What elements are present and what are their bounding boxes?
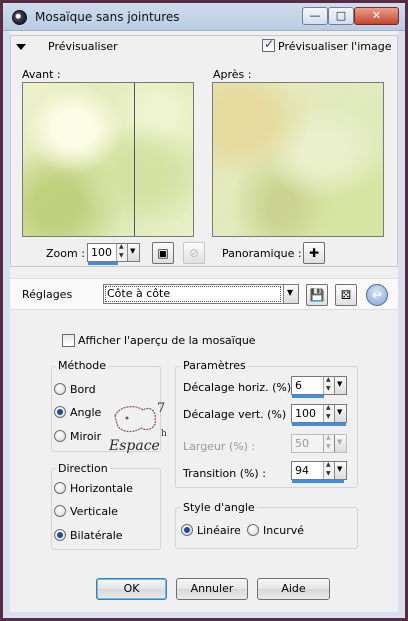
title-bar[interactable]: Mosaïque sans jointures — □ ✕ [3,3,405,31]
watermark-seven: 7 [157,401,165,416]
direction-radio-verticale[interactable] [54,505,66,517]
zoom-spinner[interactable]: 100 [87,243,140,265]
v-offset-stepper[interactable] [323,404,334,422]
corner-label-incurve[interactable]: Incurvé [263,524,304,537]
no-zoom-button[interactable]: ⊘ [183,242,205,264]
before-label: Avant : [22,68,61,81]
fit-window-icon: ▣ [157,246,169,260]
method-label-bord[interactable]: Bord [70,383,96,396]
direction-label-verticale[interactable]: Verticale [70,505,118,518]
zoom-indicator-bar [88,262,118,265]
v-offset-label: Décalage vert. (%) : [183,408,294,421]
watermark-h: h [161,429,167,439]
corner-radio-lineaire[interactable] [181,524,193,536]
window-title: Mosaïque sans jointures [35,10,180,24]
collapse-triangle-icon[interactable] [16,44,26,50]
zoom-stepper[interactable] [116,243,127,261]
preset-dropdown-button[interactable] [283,285,298,303]
width-stepper[interactable] [323,434,334,452]
direction-radio-bilaterale[interactable] [54,529,66,541]
width-value[interactable]: 50 [295,437,309,450]
h-offset-stepper[interactable] [323,376,334,394]
zoom-dropdown-button[interactable] [127,244,139,261]
maximize-icon: □ [335,9,347,22]
maximize-button[interactable]: □ [328,7,354,25]
after-label: Après : [213,68,252,81]
minimize-button[interactable]: — [302,7,328,25]
zoom-label: Zoom : [46,247,85,260]
width-label: Largeur (%) : [183,440,256,453]
method-radio-bord[interactable] [54,383,66,395]
corner-radio-incurve[interactable] [247,524,259,536]
direction-label-horizontale[interactable]: Horizontale [70,482,133,495]
width-spinner[interactable]: 50 [291,434,347,453]
preset-select[interactable]: Côte à côte [103,284,299,304]
transition-dropdown[interactable] [334,462,346,479]
corner-label-lineaire[interactable]: Linéaire [197,524,241,537]
dice-icon: ⚄ [340,288,352,302]
after-preview[interactable] [212,82,384,237]
direction-radio-horizontale[interactable] [54,482,66,494]
v-offset-spinner[interactable]: 100 [291,404,347,426]
method-label-miroir[interactable]: Miroir [70,430,101,443]
preview-image-checkbox[interactable] [262,37,275,52]
method-radio-angle[interactable] [54,406,66,418]
no-zoom-icon: ⊘ [188,246,200,260]
transition-label: Transition (%) : [183,467,266,480]
before-preview[interactable] [22,82,194,237]
direction-title: Direction [56,462,110,475]
split-line [134,83,135,236]
method-radio-miroir[interactable] [54,430,66,442]
mosaic-preview-label[interactable]: Afficher l'aperçu de la mosaïque [78,334,256,347]
help-button[interactable]: Aide [257,578,330,600]
save-preset-button[interactable]: 💾 [306,284,328,306]
preview-toggle-label[interactable]: Prévisualiser [48,40,118,53]
ok-button[interactable]: OK [96,578,167,600]
fit-window-button[interactable]: ▣ [152,242,174,264]
settings-label: Réglages [22,288,73,301]
method-label-angle[interactable]: Angle [70,406,101,419]
pan-label: Panoramique : [222,247,302,260]
h-offset-spinner[interactable]: 6 [291,376,347,398]
direction-label-bilaterale[interactable]: Bilatérale [70,529,123,542]
pan-button[interactable]: ✚ [303,242,325,264]
mosaic-preview-checkbox[interactable] [62,334,75,347]
h-offset-bar [292,395,324,398]
transition-stepper[interactable] [323,461,334,479]
preview-image-label[interactable]: Prévisualiser l'image [278,40,391,53]
save-icon: 💾 [309,288,325,302]
h-offset-value[interactable]: 6 [295,379,302,392]
espace-watermark-logo: 7 h Espace [108,401,167,454]
random-button[interactable]: ⚄ [335,284,357,306]
width-dropdown[interactable] [334,435,346,452]
close-icon: ✕ [371,9,382,22]
params-title: Paramètres [181,359,248,372]
h-offset-dropdown[interactable] [334,377,346,394]
v-offset-dropdown[interactable] [334,405,346,422]
cancel-button[interactable]: Annuler [176,578,248,600]
app-icon [12,10,27,25]
preset-value[interactable]: Côte à côte [107,287,170,300]
v-offset-bar [292,423,346,426]
method-title: Méthode [56,359,109,372]
reset-icon: ↩ [371,288,383,302]
pan-icon: ✚ [308,246,320,260]
reset-button[interactable]: ↩ [366,284,388,306]
corner-style-title: Style d'angle [181,501,257,514]
close-button[interactable]: ✕ [354,7,399,25]
zoom-value[interactable]: 100 [91,246,112,259]
v-offset-value[interactable]: 100 [295,407,316,420]
transition-spinner[interactable]: 94 [291,461,347,483]
transition-value[interactable]: 94 [295,464,309,477]
watermark-espace: Espace [108,438,160,454]
transition-bar [292,480,344,483]
h-offset-label: Décalage horiz. (%) : [183,381,299,394]
minimize-icon: — [309,9,321,22]
